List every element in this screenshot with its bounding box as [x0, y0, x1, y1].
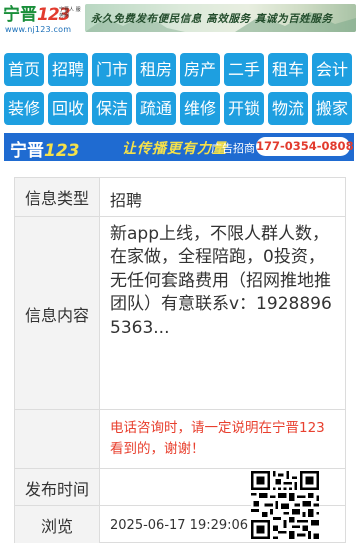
info-type-label: 信息类型	[15, 178, 100, 216]
logo-slogan: 宁晋人 服务网	[59, 7, 81, 19]
info-content-label: 信息内容	[15, 217, 100, 410]
nav-item-second-hand[interactable]: 二手	[224, 53, 264, 86]
nav-item-logistics[interactable]: 物流	[268, 92, 308, 125]
nav-item-rent-car[interactable]: 租车	[268, 53, 308, 86]
nav-item-accounting[interactable]: 会计	[312, 53, 352, 86]
publish-time-label: 发布时间	[15, 469, 100, 506]
qr-code[interactable]	[251, 471, 319, 539]
notice-label-cell	[15, 410, 100, 469]
logo-name: 宁晋	[3, 5, 37, 25]
nav-item-recycling[interactable]: 回收	[48, 92, 88, 125]
top-banner-text: 永久免费发布便民信息 高效服务 真诚为百姓服务	[91, 13, 333, 25]
nav-item-repair[interactable]: 维修	[180, 92, 220, 125]
call-notice: 电话咨询时，请一定说明在宁晋123看到的，谢谢！	[110, 420, 325, 457]
nav-item-shops[interactable]: 门市	[92, 53, 132, 86]
nav-item-cleaning[interactable]: 保洁	[92, 92, 132, 125]
nav-item-jobs[interactable]: 招聘	[48, 53, 88, 86]
nav-item-drain-clearing[interactable]: 疏通	[136, 92, 176, 125]
nav-item-home[interactable]: 首页	[4, 53, 44, 86]
nav-item-decoration[interactable]: 装修	[4, 92, 44, 125]
ad-phone[interactable]: 177-0354-0808	[256, 137, 354, 156]
ad-banner[interactable]: 宁晋123 让传播更有力量 广告招商 177-0354-0808	[4, 133, 354, 161]
ad-brand-name: 宁晋	[10, 141, 44, 161]
info-content-text: 新app上线，不限人群人数，在家做，全程陪跑，0投资，无任何套路费用（招网推地推…	[110, 224, 332, 338]
nav-item-rent-house[interactable]: 租房	[136, 53, 176, 86]
ad-brand: 宁晋123	[10, 136, 80, 161]
publish-time-value: 2025-06-17 19:29:06	[110, 518, 249, 533]
views-label: 浏览	[15, 506, 100, 543]
site-logo[interactable]: 宁晋123 宁晋人 服务网 www.nj123.com	[3, 3, 83, 35]
nav-item-moving[interactable]: 搬家	[312, 92, 352, 125]
ad-label: 广告招商	[211, 142, 255, 155]
nav-item-real-estate[interactable]: 房产	[180, 53, 220, 86]
top-banner[interactable]: 永久免费发布便民信息 高效服务 真诚为百姓服务	[85, 4, 356, 32]
logo-url: www.nj123.com	[5, 25, 72, 34]
info-type-row: 信息类型 招聘	[15, 178, 345, 216]
info-detail-table: 信息类型 招聘 信息内容 新app上线，不限人群人数，在家做，全程陪跑，0投资，…	[14, 177, 346, 543]
site-header: 宁晋123 宁晋人 服务网 www.nj123.com 永久免费发布便民信息 高…	[0, 0, 358, 38]
ad-brand-number: 123	[44, 141, 80, 161]
nav-item-locksmith[interactable]: 开锁	[224, 92, 264, 125]
info-type-value: 招聘	[110, 191, 143, 210]
